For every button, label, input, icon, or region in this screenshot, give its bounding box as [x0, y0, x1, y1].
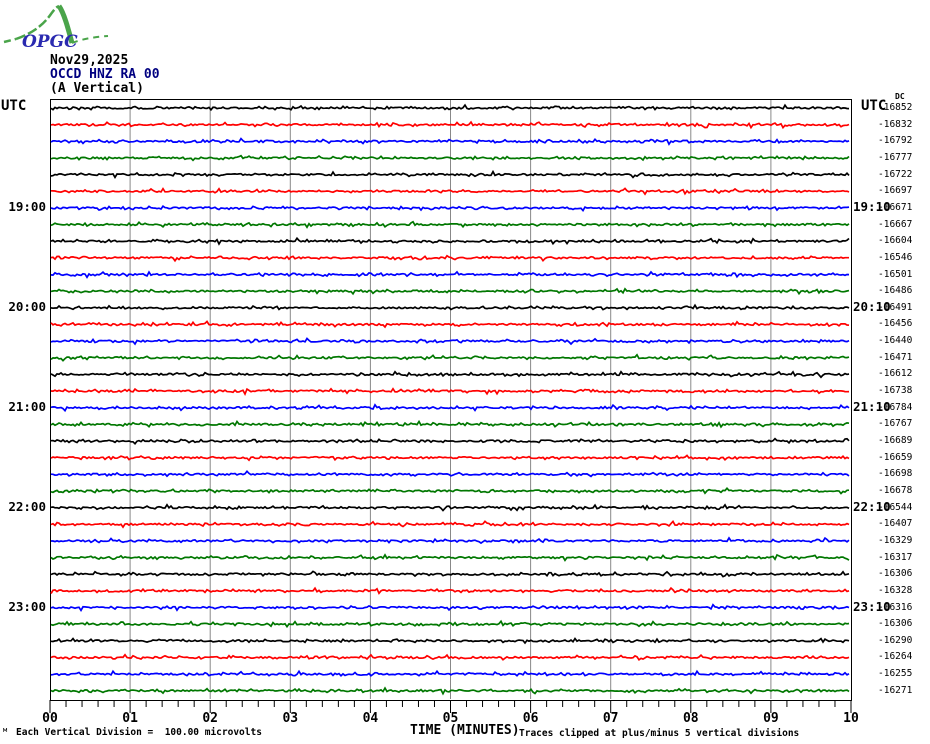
trace-dc-value: -16491	[878, 301, 913, 313]
hour-label-left: 22:00	[8, 498, 46, 514]
trace-dc-value: -16456	[878, 318, 913, 330]
trace-dc-value: -16698	[878, 468, 913, 480]
trace-dc-value: -16671	[878, 201, 913, 213]
trace-dc-value: -16317	[878, 551, 913, 563]
trace-dc-value: -16659	[878, 451, 913, 463]
corner-mark: м	[3, 726, 8, 734]
clip-note: Traces clipped at plus/minus 5 vertical …	[519, 728, 800, 739]
trace-dc-value: -16604	[878, 235, 913, 247]
trace-dc-value: -16612	[878, 368, 913, 380]
trace-dc-value: -16777	[878, 151, 913, 163]
x-tick-label: 04	[362, 711, 379, 726]
trace-dc-value: -16328	[878, 584, 913, 596]
trace-dc-value: -16667	[878, 218, 913, 230]
trace-dc-value: -16678	[878, 484, 913, 496]
trace-dc-value: -16264	[878, 651, 913, 663]
x-tick-label: 10	[843, 711, 859, 726]
trace-dc-value: -16306	[878, 568, 913, 580]
hour-label-left: 20:00	[8, 298, 46, 314]
x-tick-label: 03	[282, 711, 299, 726]
x-tick-label: 07	[602, 711, 619, 726]
x-tick-label: 02	[202, 711, 219, 726]
trace-dc-value: -16784	[878, 401, 913, 413]
trace-dc-value: -16316	[878, 601, 913, 613]
trace-dc-value: -16407	[878, 518, 913, 530]
seismogram-plot	[49, 99, 852, 713]
trace-dc-value: -16544	[878, 501, 913, 513]
helicorder-page: OPGC Nov29,2025 OCCD HNZ RA 00 (A Vertic…	[0, 0, 930, 744]
trace-dc-value: -16486	[878, 285, 913, 297]
x-axis-title: TIME (MINUTES)	[410, 723, 520, 738]
x-tick-label: 08	[682, 711, 699, 726]
trace-dc-value: -16290	[878, 634, 913, 646]
trace-dc-value: -16689	[878, 435, 913, 446]
x-tick-label: 06	[522, 711, 539, 726]
scale-note: Each Vertical Division = 100.00 microvol…	[16, 727, 262, 738]
trace-dc-value: -16852	[878, 102, 913, 113]
trace-dc-value: -16722	[878, 168, 913, 180]
hour-label-left: 23:00	[8, 598, 46, 614]
x-tick-label: 00	[42, 711, 58, 726]
x-tick-label: 01	[122, 711, 138, 726]
trace-dc-value: -16440	[878, 335, 913, 347]
trace-dc-value: -16329	[878, 534, 913, 546]
trace-dc-value: -16271	[878, 684, 913, 696]
trace-dc-value: -16255	[878, 668, 913, 680]
hour-label-left: 21:00	[8, 398, 46, 414]
trace-dc-value: -16501	[878, 268, 913, 280]
trace-dc-value: -16471	[878, 351, 913, 363]
trace-dc-value: -16792	[878, 135, 913, 147]
trace-dc-value: -16306	[878, 618, 913, 630]
x-tick-label: 09	[763, 711, 779, 726]
trace-dc-value: -16697	[878, 185, 913, 197]
trace-dc-value: -16738	[878, 385, 913, 397]
trace-dc-value: -16546	[878, 251, 913, 263]
hour-label-left: 19:00	[8, 198, 46, 214]
trace-dc-value: -16767	[878, 418, 913, 430]
trace-dc-value: -16832	[878, 118, 913, 130]
